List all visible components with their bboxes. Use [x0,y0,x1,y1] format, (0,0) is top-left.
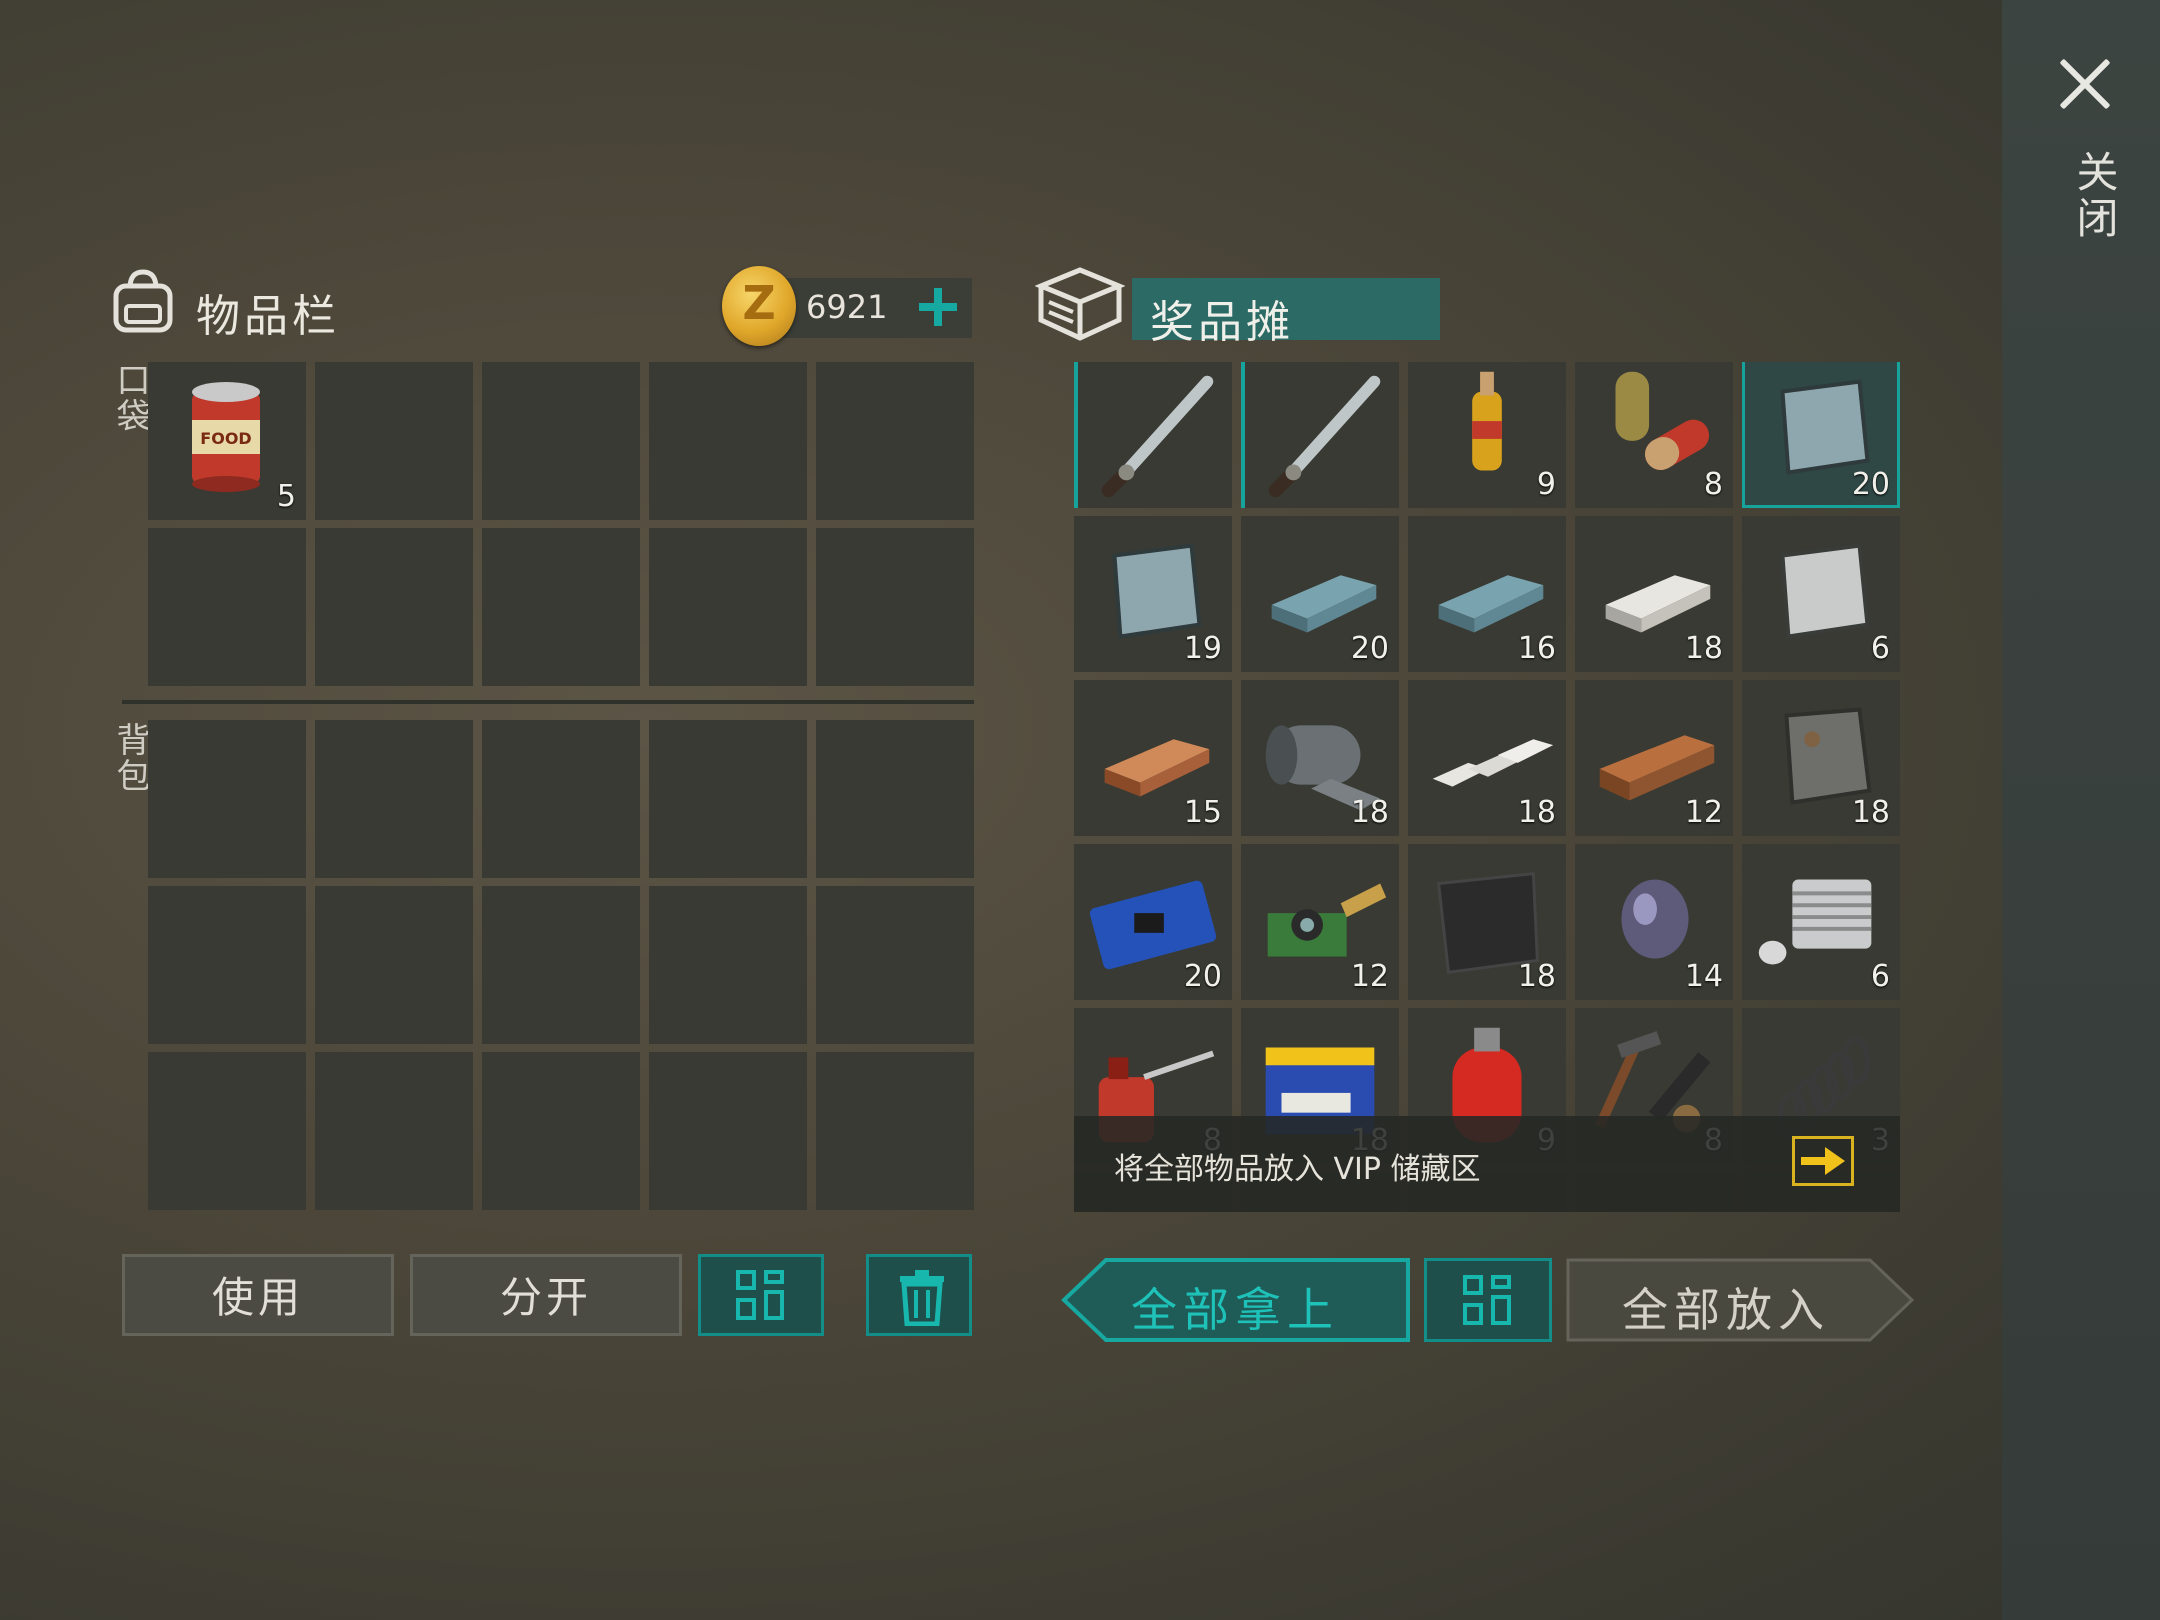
item-count: 18 [1517,795,1556,830]
backpack-icon [113,269,173,333]
item-count: 18 [1350,795,1389,830]
prize-slot[interactable]: 18 [1408,680,1566,836]
prize-slot[interactable]: 15 [1074,680,1232,836]
item-count: 6 [1870,631,1890,666]
vip-storage-bar: 将全部物品放入 VIP 储藏区 [1074,1116,1900,1212]
pocket-slot[interactable] [482,528,640,686]
prize-slot[interactable]: 6 [1742,516,1900,672]
prize-stall-title-bar: 奖品摊 [1132,278,1440,348]
backpack-slot[interactable] [148,1052,306,1210]
item-count: 12 [1350,959,1389,994]
prize-slot[interactable]: 20 [1241,516,1399,672]
prize-slot[interactable]: 14 [1575,844,1733,1000]
backpack-slot[interactable] [148,720,306,878]
backpack-slot[interactable] [482,1052,640,1210]
add-coins-button[interactable] [910,278,966,334]
item-count: 20 [1183,959,1222,994]
item-count: 19 [1183,631,1222,666]
item-count: 9 [1536,467,1556,502]
take-all-label: 全部拿上 [1131,1283,1339,1337]
put-all-label: 全部放入 [1622,1283,1830,1337]
backpack-slot[interactable] [649,1052,807,1210]
coin-count: 6921 [806,288,888,326]
item-count: 20 [1350,631,1389,666]
backpack-slot[interactable] [315,1052,473,1210]
backpack-slot[interactable] [315,720,473,878]
close-icon[interactable] [2055,55,2113,113]
item-count: 16 [1517,631,1556,666]
backpack-slot[interactable] [482,720,640,878]
divider [122,700,974,704]
put-all-button[interactable]: 全部放入 [1566,1258,1916,1342]
backpack-slot[interactable] [482,886,640,1044]
item-count: 15 [1183,795,1222,830]
sort-prize-button[interactable] [1424,1258,1552,1342]
item-count: 12 [1684,795,1723,830]
backpack-slot[interactable] [148,886,306,1044]
backpack-slot[interactable] [315,886,473,1044]
prize-slot[interactable]: 18 [1575,516,1733,672]
use-button[interactable]: 使用 [122,1254,394,1336]
prize-slot[interactable]: 16 [1408,516,1566,672]
inventory-title: 物品栏 [196,291,340,342]
box-icon [1035,267,1125,341]
prize-grid: 98201920161861518181218201218146818983 [1074,362,1900,1212]
prize-slot[interactable]: 18 [1241,680,1399,836]
vip-storage-text: 将全部物品放入 VIP 储藏区 [1114,1152,1481,1187]
item-count: 18 [1517,959,1556,994]
pocket-slot[interactable] [649,528,807,686]
machete-icon [1101,375,1214,498]
prize-grid-viewport[interactable]: 98201920161861518181218201218146818983 [1074,362,1902,1212]
prize-slot[interactable]: 9 [1408,362,1566,508]
prize-slot[interactable]: 18 [1742,680,1900,836]
machete-icon [1268,375,1381,498]
pocket-slot[interactable] [482,362,640,520]
delete-button[interactable] [866,1254,972,1336]
item-count: 6 [1870,959,1890,994]
grid-icon [1463,1275,1513,1325]
backpack-slot[interactable] [649,720,807,878]
split-button[interactable]: 分开 [410,1254,682,1336]
prize-slot[interactable]: 12 [1575,680,1733,836]
prize-slot[interactable]: 19 [1074,516,1232,672]
backpack-slot[interactable] [816,1052,974,1210]
item-count: 14 [1684,959,1723,994]
arrow-right-icon [1801,1147,1845,1175]
close-label[interactable]: 关闭 [2064,150,2125,242]
item-count: 20 [1851,467,1890,502]
trash-icon [900,1270,944,1326]
take-all-button[interactable]: 全部拿上 [1060,1258,1410,1342]
pocket-slot[interactable] [816,528,974,686]
pocket-slot[interactable]: FOOD 5 [148,362,306,520]
coin-icon: Z [722,266,796,346]
pocket-slot[interactable] [315,528,473,686]
svg-text:FOOD: FOOD [200,429,251,448]
prize-slot[interactable] [1074,362,1232,508]
pocket-slot[interactable] [148,528,306,686]
pocket-slot[interactable] [315,362,473,520]
pocket-slot[interactable] [649,362,807,520]
backpack-slot[interactable] [816,886,974,1044]
prize-slot[interactable]: 18 [1408,844,1566,1000]
prize-slot[interactable]: 20 [1074,844,1232,1000]
prize-slot[interactable]: 12 [1241,844,1399,1000]
sort-inventory-button[interactable] [698,1254,824,1336]
grid-icon [736,1270,786,1320]
pocket-slot[interactable] [816,362,974,520]
side-panel [2002,0,2160,1620]
prize-slot[interactable]: 8 [1575,362,1733,508]
prize-slot[interactable] [1241,362,1399,508]
item-count: 8 [1703,467,1723,502]
prize-slot[interactable]: 20 [1742,362,1900,508]
item-count: 18 [1851,795,1890,830]
prize-stall-title: 奖品摊 [1150,297,1294,348]
backpack-slot[interactable] [816,720,974,878]
backpack-grid [148,720,974,1210]
backpack-slot[interactable] [649,886,807,1044]
vip-transfer-button[interactable] [1792,1136,1854,1186]
item-count: 18 [1684,631,1723,666]
prize-slot[interactable]: 6 [1742,844,1900,1000]
item-count: 5 [276,479,296,514]
pocket-grid: FOOD 5 [148,362,974,686]
